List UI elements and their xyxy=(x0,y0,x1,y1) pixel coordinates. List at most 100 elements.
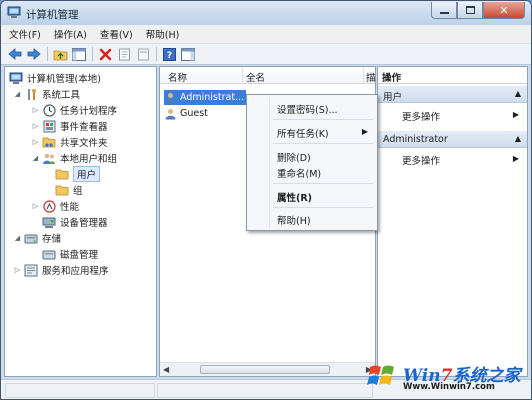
tree-item-groups[interactable]: 组 xyxy=(55,182,83,198)
close-icon: ✕ xyxy=(499,3,509,17)
menu-separator xyxy=(273,119,373,120)
list-item-label: Administrat... xyxy=(180,92,245,103)
help-button[interactable]: ? xyxy=(161,46,177,62)
scroll-left-icon[interactable]: ◀ xyxy=(163,365,169,374)
action-group-users[interactable]: 用户 ▲ xyxy=(378,86,527,103)
menu-item-rename[interactable]: 重命名(M) xyxy=(277,166,321,180)
action-pane: 操作 用户 ▲ 更多操作 ▶ Administrator ▲ 更多操作 ▶ xyxy=(377,66,528,377)
watermark-url: Www.Winwin7.com xyxy=(403,382,495,392)
toolbar-separator xyxy=(47,47,48,61)
tree-item-users[interactable]: 用户 xyxy=(55,166,101,182)
menu-file[interactable]: 文件(F) xyxy=(9,27,41,41)
tree-item-device-manager[interactable]: 设备管理器 xyxy=(42,214,108,230)
maximize-icon xyxy=(465,6,475,14)
users-group-icon xyxy=(42,152,56,165)
services-icon xyxy=(24,264,38,277)
tree-item-shared-folders[interactable]: ▷ 共享文件夹 xyxy=(31,134,108,150)
menu-help[interactable]: 帮助(H) xyxy=(146,27,180,41)
tree-label: 服务和应用程序 xyxy=(42,266,109,277)
action-group-label: Administrator xyxy=(383,134,448,145)
tree-item-disk-management[interactable]: 磁盘管理 xyxy=(42,246,98,262)
tree-item-root[interactable]: 计算机管理(本地) xyxy=(9,70,101,86)
menu-separator xyxy=(273,143,373,144)
toolbar-separator xyxy=(156,47,157,61)
horizontal-scrollbar[interactable]: ◀ ▶ xyxy=(160,362,375,376)
tree-item-task-scheduler[interactable]: ▷ 任务计划程序 xyxy=(31,102,117,118)
collapse-triangle-icon[interactable]: ▲ xyxy=(515,89,521,98)
action-pane-title: 操作 xyxy=(378,67,527,84)
expand-arrow-icon[interactable]: ▷ xyxy=(13,266,22,274)
list-item-guest[interactable]: Guest xyxy=(164,106,208,121)
tree-label: 任务计划程序 xyxy=(60,106,118,117)
expand-arrow-icon[interactable]: ▷ xyxy=(31,122,40,130)
title-bar[interactable]: 计算机管理 ✕ xyxy=(1,1,531,25)
tree-item-local-users-groups[interactable]: ◢ 本地用户和组 xyxy=(31,150,117,166)
tree-item-performance[interactable]: ▷ 性能 xyxy=(31,198,79,214)
action-group-administrator[interactable]: Administrator ▲ xyxy=(378,131,527,148)
column-divider[interactable] xyxy=(363,67,364,83)
collapse-arrow-icon[interactable]: ◢ xyxy=(31,154,40,162)
list-item-label: Guest xyxy=(180,108,208,119)
help-icon: ? xyxy=(162,47,176,61)
menu-item-delete[interactable]: 删除(D) xyxy=(277,150,311,164)
maximize-button[interactable] xyxy=(457,2,483,19)
list-item-administrator[interactable]: Administrat... xyxy=(164,90,247,105)
action-more-users[interactable]: 更多操作 xyxy=(402,109,440,123)
toolbar: ? xyxy=(1,44,531,65)
toolbar-separator xyxy=(92,47,93,61)
scrollbar-thumb[interactable] xyxy=(200,365,330,374)
tree-label: 用户 xyxy=(73,166,101,182)
menu-gutter xyxy=(269,97,270,228)
column-header-fullname[interactable]: 全名 xyxy=(246,70,265,84)
clock-icon xyxy=(42,103,56,117)
menu-item-help[interactable]: 帮助(H) xyxy=(277,213,311,227)
tree-item-event-viewer[interactable]: ▷ 事件查看器 xyxy=(31,118,108,134)
tree-item-services-apps[interactable]: ▷ 服务和应用程序 xyxy=(13,262,109,278)
collapse-arrow-icon[interactable]: ◢ xyxy=(13,90,22,98)
watermark: Win7系统之家 Www.Winwin7.com xyxy=(367,359,527,397)
expand-arrow-icon[interactable]: ▷ xyxy=(31,138,40,146)
column-divider[interactable] xyxy=(242,67,243,83)
up-folder-icon xyxy=(53,50,67,60)
console-tree[interactable]: 计算机管理(本地) ◢ 系统工具 ▷ 任务计划程序 ▷ 事件查看器 ▷ 共享文件… xyxy=(4,66,157,377)
back-button[interactable] xyxy=(7,46,23,62)
delete-icon xyxy=(99,48,111,60)
properties-button[interactable] xyxy=(116,46,132,62)
action-more-administrator[interactable]: 更多操作 xyxy=(402,153,440,167)
export-list-button[interactable] xyxy=(135,46,151,62)
show-hide-action-icon xyxy=(181,47,195,61)
tree-item-system-tools[interactable]: ◢ 系统工具 xyxy=(13,86,80,102)
collapse-arrow-icon[interactable]: ◢ xyxy=(13,234,22,242)
disk-management-icon xyxy=(42,248,56,261)
menu-view[interactable]: 查看(V) xyxy=(100,27,133,41)
export-icon xyxy=(137,48,149,60)
menu-item-set-password[interactable]: 设置密码(S)... xyxy=(277,102,338,116)
list-header: 名称 全名 描 xyxy=(160,67,375,84)
close-button[interactable]: ✕ xyxy=(483,2,525,19)
status-segment xyxy=(157,383,373,398)
forward-button[interactable] xyxy=(26,46,42,62)
column-header-description[interactable]: 描 xyxy=(366,70,375,84)
tree-label: 设备管理器 xyxy=(60,218,108,229)
menu-item-properties[interactable]: 属性(R) xyxy=(277,190,312,204)
console-tree-icon xyxy=(72,47,86,61)
up-folder-button[interactable] xyxy=(52,46,68,62)
collapse-triangle-icon[interactable]: ▲ xyxy=(515,134,521,143)
column-header-name[interactable]: 名称 xyxy=(168,70,187,84)
console-tree-button[interactable] xyxy=(71,46,87,62)
menu-separator xyxy=(273,207,373,208)
computer-icon xyxy=(9,72,23,85)
tree-item-storage[interactable]: ◢ 存储 xyxy=(13,230,61,246)
expand-arrow-icon[interactable]: ▷ xyxy=(31,202,40,210)
menu-action[interactable]: 操作(A) xyxy=(54,27,87,41)
delete-button[interactable] xyxy=(97,46,113,62)
expand-arrow-icon[interactable]: ▷ xyxy=(31,106,40,114)
tools-icon xyxy=(24,88,38,101)
minimize-button[interactable] xyxy=(431,2,457,19)
user-icon xyxy=(165,92,176,103)
menu-item-all-tasks[interactable]: 所有任务(K) xyxy=(277,126,329,140)
windows-logo-icon xyxy=(367,365,394,385)
folder-icon xyxy=(55,184,69,197)
tree-label: 计算机管理(本地) xyxy=(27,74,101,85)
show-hide-action-pane-button[interactable] xyxy=(180,46,196,62)
